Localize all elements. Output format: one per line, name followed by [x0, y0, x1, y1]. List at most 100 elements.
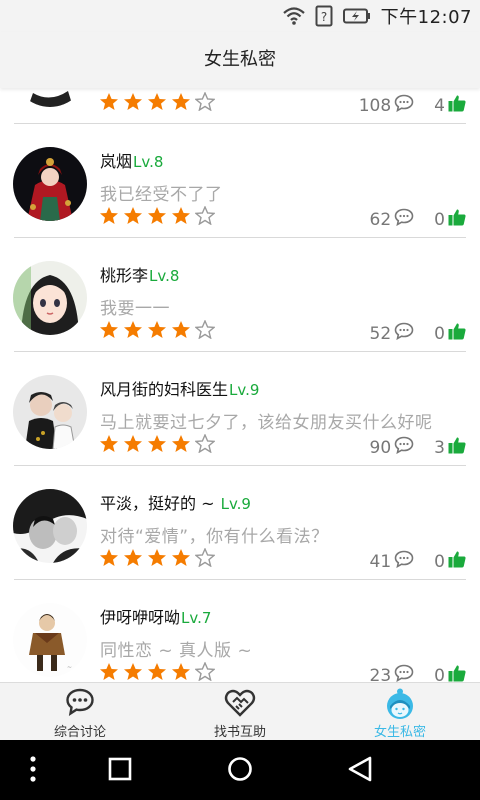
comment-icon[interactable] [394, 322, 414, 345]
author-name[interactable]: 平淡，挺好的 ~ [100, 494, 220, 513]
star-filled-icon [124, 435, 142, 452]
recent-apps-icon[interactable] [108, 754, 132, 788]
comment-icon[interactable] [394, 436, 414, 459]
comment-count: 23 [369, 665, 392, 683]
post-title[interactable]: 我已经受不了了 [100, 180, 223, 205]
star-filled-icon [148, 435, 166, 452]
rating-stars [99, 92, 215, 111]
post-title[interactable]: 马上就要过七夕了，该给女朋友买什么好呢 [100, 408, 433, 433]
list-item[interactable]: 桃形李Lv.8 我要一一 52 0 [0, 238, 480, 352]
thumbs-up-icon[interactable] [448, 322, 466, 345]
star-filled-icon [100, 321, 118, 338]
comment-icon[interactable] [394, 664, 414, 682]
star-filled-icon [100, 663, 118, 680]
rating-stars [99, 434, 215, 453]
home-icon[interactable] [227, 754, 253, 788]
list-item[interactable]: 风月街的妇科医生Lv.9 马上就要过七夕了，该给女朋友买什么好呢 90 3 [0, 352, 480, 466]
thumbs-up-icon[interactable] [448, 664, 466, 682]
post-stats: 23 0 [370, 664, 466, 682]
post-author[interactable]: 伊呀咿呀呦Lv.7 [100, 604, 211, 628]
star-filled-icon [172, 663, 190, 680]
list-item[interactable]: 平淡，挺好的 ~ Lv.9 对待“爱情”，你有什么看法？ 41 0 [0, 466, 480, 580]
star-filled-icon [172, 435, 190, 452]
tab-label: 找书互助 [213, 725, 266, 740]
avatar[interactable] [13, 147, 87, 221]
svg-text:~: ~ [67, 664, 72, 671]
bottom-tab-bar: 综合讨论 找书互助 女生私密 [0, 682, 480, 740]
star-filled-icon [100, 549, 118, 566]
author-name[interactable]: 岚烟 [100, 152, 132, 171]
star-empty-icon [195, 434, 215, 453]
rating-stars [99, 320, 215, 339]
rating-stars [99, 206, 215, 225]
post-title[interactable]: 同性恋 ~ 真人版 ~ [100, 636, 252, 661]
like-count: 0 [434, 551, 445, 572]
author-name[interactable]: 风月街的妇科医生 [100, 380, 228, 399]
list-item[interactable]: 108 4 [0, 88, 480, 124]
user-level: Lv.9 [220, 495, 251, 513]
star-filled-icon [148, 549, 166, 566]
thumbs-up-icon[interactable] [448, 208, 466, 231]
star-filled-icon [100, 435, 118, 452]
star-empty-icon [195, 206, 215, 225]
star-filled-icon [100, 93, 118, 110]
clock: 下午12:07 [380, 7, 472, 28]
sim-unknown-icon: ? [315, 5, 333, 27]
back-icon[interactable] [347, 754, 373, 788]
tab-girls-private[interactable]: 女生私密 [320, 683, 480, 740]
star-filled-icon [148, 93, 166, 110]
tab-general-discussion[interactable]: 综合讨论 [0, 683, 160, 740]
page-title: 女生私密 [0, 32, 480, 88]
star-filled-icon [148, 321, 166, 338]
thumbs-up-icon[interactable] [448, 94, 466, 117]
post-author[interactable]: 岚烟Lv.8 [100, 148, 163, 172]
star-empty-icon [195, 92, 215, 111]
more-options-icon[interactable] [28, 754, 38, 788]
comment-count: 62 [369, 209, 392, 230]
post-title[interactable]: 我要一一 [100, 294, 170, 319]
star-filled-icon [124, 663, 142, 680]
like-count: 4 [434, 95, 445, 116]
comment-icon[interactable] [394, 208, 414, 231]
comment-icon[interactable] [394, 94, 414, 117]
author-name[interactable]: 桃形李 [100, 266, 148, 285]
star-empty-icon [195, 320, 215, 339]
avatar[interactable] [13, 489, 87, 563]
star-filled-icon [124, 207, 142, 224]
comment-count: 90 [369, 437, 392, 458]
author-name[interactable]: 伊呀咿呀呦 [100, 608, 180, 627]
post-list[interactable]: 108 4 岚烟Lv.8 我已经受不了了 62 0 桃形李Lv.8 我要一一 5… [0, 88, 480, 682]
avatar[interactable]: ~ [13, 603, 87, 677]
comment-count: 41 [369, 551, 392, 572]
post-author[interactable]: 风月街的妇科医生Lv.9 [100, 376, 259, 400]
comment-icon[interactable] [394, 550, 414, 573]
star-filled-icon [172, 321, 190, 338]
like-count: 0 [434, 323, 445, 344]
avatar[interactable] [13, 88, 87, 107]
battery-charging-icon [342, 8, 371, 24]
star-filled-icon [148, 663, 166, 680]
list-item[interactable]: ~ 伊呀咿呀呦Lv.7 同性恋 ~ 真人版 ~ 23 0 [0, 580, 480, 682]
star-empty-icon [195, 548, 215, 567]
star-filled-icon [172, 207, 190, 224]
thumbs-up-icon[interactable] [448, 436, 466, 459]
user-level: Lv.8 [133, 153, 164, 171]
tab-label: 女生私密 [373, 725, 426, 740]
post-author[interactable]: 平淡，挺好的 ~ Lv.9 [100, 490, 251, 514]
tab-book-help[interactable]: 找书互助 [160, 683, 320, 740]
thumbs-up-icon[interactable] [448, 550, 466, 573]
avatar[interactable] [13, 375, 87, 449]
post-stats: 52 0 [370, 322, 466, 345]
list-item[interactable]: 岚烟Lv.8 我已经受不了了 62 0 [0, 124, 480, 238]
post-author[interactable]: 桃形李Lv.8 [100, 262, 179, 286]
star-filled-icon [124, 549, 142, 566]
post-title[interactable]: 对待“爱情”，你有什么看法？ [100, 522, 329, 547]
system-navigation-bar [0, 740, 480, 800]
like-count: 0 [434, 209, 445, 230]
comment-count: 52 [369, 323, 392, 344]
avatar[interactable] [13, 261, 87, 335]
star-filled-icon [172, 93, 190, 110]
rating-stars [99, 548, 215, 567]
user-level: Lv.7 [181, 609, 212, 627]
status-icons: ? 下午12:07 [282, 4, 472, 28]
